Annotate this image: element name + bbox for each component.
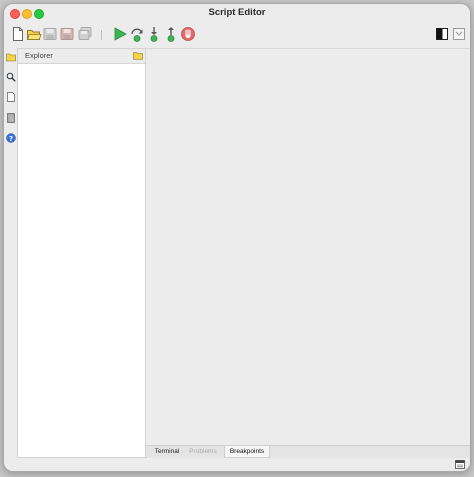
save-icon[interactable]: [42, 26, 58, 42]
explorer-header: Explorer: [18, 49, 145, 64]
tab-terminal[interactable]: Terminal: [150, 446, 184, 458]
toolbar: [4, 22, 470, 48]
script-editor-window: Script Editor ? Explorer Terminal Proble…: [3, 3, 471, 472]
bottom-panel-tabs: Terminal Problems Breakpoints: [146, 445, 470, 458]
book-icon[interactable]: [6, 113, 16, 123]
collapse-panel-icon[interactable]: [451, 26, 467, 42]
save-as-icon[interactable]: [59, 26, 75, 42]
save-all-icon[interactable]: [77, 26, 93, 42]
activity-bar: ?: [4, 48, 17, 458]
step-into-icon[interactable]: [146, 26, 162, 42]
status-bar: [4, 458, 470, 471]
open-folder-icon[interactable]: [26, 26, 42, 42]
window-title: Script Editor: [208, 7, 266, 18]
open-folder-icon[interactable]: [133, 51, 143, 60]
document-icon[interactable]: [6, 92, 16, 102]
title-bar: Script Editor: [4, 4, 470, 22]
run-icon[interactable]: [112, 26, 128, 42]
tab-breakpoints[interactable]: Breakpoints: [224, 446, 270, 458]
explorer-tree[interactable]: [18, 63, 145, 457]
new-file-icon[interactable]: [10, 26, 26, 42]
maximize-button[interactable]: [34, 9, 44, 19]
svg-text:?: ?: [9, 135, 13, 143]
minimize-button[interactable]: [22, 9, 32, 19]
tab-problems[interactable]: Problems: [184, 446, 222, 458]
step-out-icon[interactable]: [163, 26, 179, 42]
close-button[interactable]: [10, 9, 20, 19]
stop-icon[interactable]: [180, 26, 196, 42]
explorer-title: Explorer: [25, 51, 53, 60]
toolbar-separator: [101, 30, 102, 40]
step-over-icon[interactable]: [129, 26, 145, 42]
layout-icon[interactable]: [455, 460, 465, 469]
explorer-panel: Explorer: [17, 48, 146, 458]
help-icon[interactable]: ?: [6, 133, 16, 143]
search-icon[interactable]: [6, 72, 16, 82]
editor-area[interactable]: [146, 48, 470, 445]
folder-icon[interactable]: [6, 52, 16, 62]
toggle-panel-icon[interactable]: [434, 26, 450, 42]
